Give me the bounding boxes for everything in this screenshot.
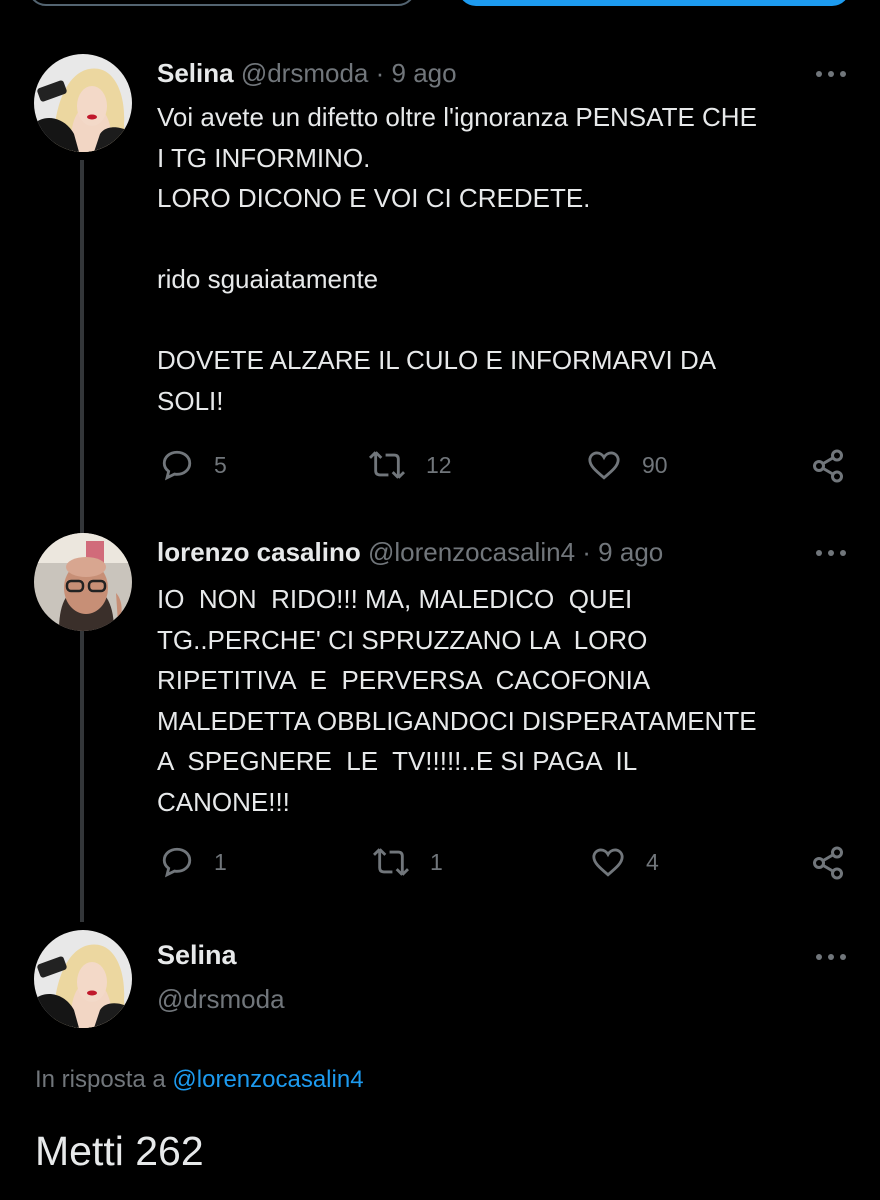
avatar[interactable] bbox=[34, 930, 132, 1028]
focused-tweet: Selina @drsmoda In risposta a @lorenzoca… bbox=[0, 0, 880, 1200]
reply-context: In risposta a @lorenzocasalin4 bbox=[35, 1066, 364, 1094]
author-handle[interactable]: @drsmoda bbox=[157, 984, 285, 1015]
more-icon[interactable] bbox=[816, 952, 846, 962]
author-name[interactable]: Selina bbox=[157, 940, 237, 971]
reply-mention-link[interactable]: @lorenzocasalin4 bbox=[172, 1066, 363, 1093]
reply-prefix: In risposta a bbox=[35, 1066, 166, 1093]
tweet-text: Metti 262 bbox=[35, 1128, 204, 1174]
